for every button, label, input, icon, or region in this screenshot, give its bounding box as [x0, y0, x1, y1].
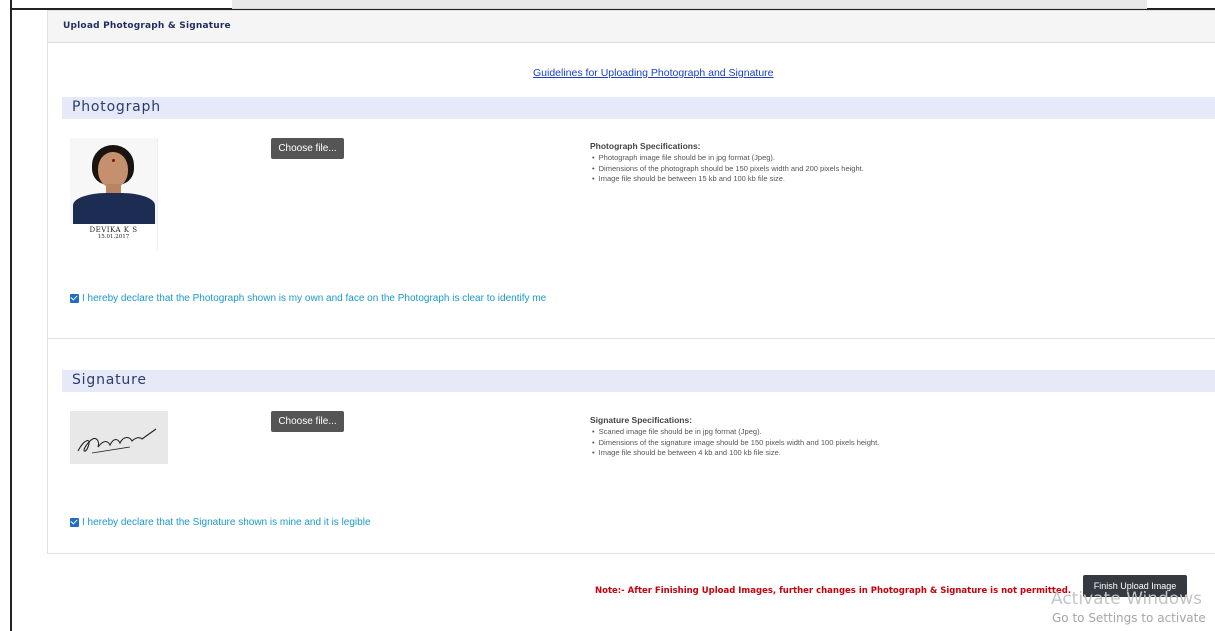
signature-preview [70, 411, 168, 464]
photograph-spec-item: Dimensions of the photograph should be 1… [599, 164, 864, 175]
guidelines-link[interactable]: Guidelines for Uploading Photograph and … [533, 67, 774, 79]
photograph-preview: DEVIKA K S 15.01.2017 [70, 138, 158, 250]
signature-spec-item: Image file should be between 4 kb and 10… [599, 448, 879, 459]
panel-header: Upload Photograph & Signature [48, 11, 1215, 43]
photograph-section-title: Photograph [72, 99, 161, 115]
photo-caption-name: DEVIKA K S [89, 226, 138, 234]
signature-declaration-checkbox[interactable] [70, 518, 79, 527]
photograph-declaration-checkbox[interactable] [70, 294, 79, 303]
signature-spec-heading: Signature Specifications: [590, 415, 693, 425]
signature-spec-item: Scaned image file should be in jpg forma… [599, 427, 879, 438]
photograph-spec-item: Photograph image file should be in jpg f… [599, 153, 864, 164]
finish-note: Note:- After Finishing Upload Images, fu… [595, 586, 1072, 596]
signature-spec-item: Dimensions of the signature image should… [599, 438, 880, 449]
photograph-spec-item: Image file should be between 15 kb and 1… [599, 174, 864, 185]
photograph-declaration-label: I hereby declare that the Photograph sho… [82, 293, 547, 304]
signature-choose-file-button[interactable]: Choose file... [271, 411, 344, 432]
upload-panel: Upload Photograph & Signature Guidelines… [47, 10, 1215, 554]
window-frame-left [10, 0, 12, 631]
activate-windows-subtext: Go to Settings to activate [1052, 611, 1206, 625]
section-divider [48, 338, 1215, 339]
photograph-spec-heading: Photograph Specifications: [590, 141, 701, 151]
signature-specifications: Signature Specifications: Scaned image f… [590, 415, 879, 459]
panel-title: Upload Photograph & Signature [63, 21, 231, 31]
photograph-choose-file-button[interactable]: Choose file... [271, 138, 344, 159]
signature-section-bar: Signature [62, 370, 1215, 392]
top-nav-strip [232, 0, 1147, 9]
photograph-specifications: Photograph Specifications: Photograph im… [590, 141, 864, 185]
photograph-section-bar: Photograph [62, 97, 1215, 119]
photo-caption-date: 15.01.2017 [97, 234, 130, 240]
photograph-declaration[interactable]: I hereby declare that the Photograph sho… [70, 293, 546, 304]
activate-windows-watermark: Activate Windows [1051, 589, 1202, 609]
signature-declaration-label: I hereby declare that the Signature show… [82, 517, 371, 528]
signature-declaration[interactable]: I hereby declare that the Signature show… [70, 517, 371, 528]
signature-section-title: Signature [72, 372, 147, 388]
